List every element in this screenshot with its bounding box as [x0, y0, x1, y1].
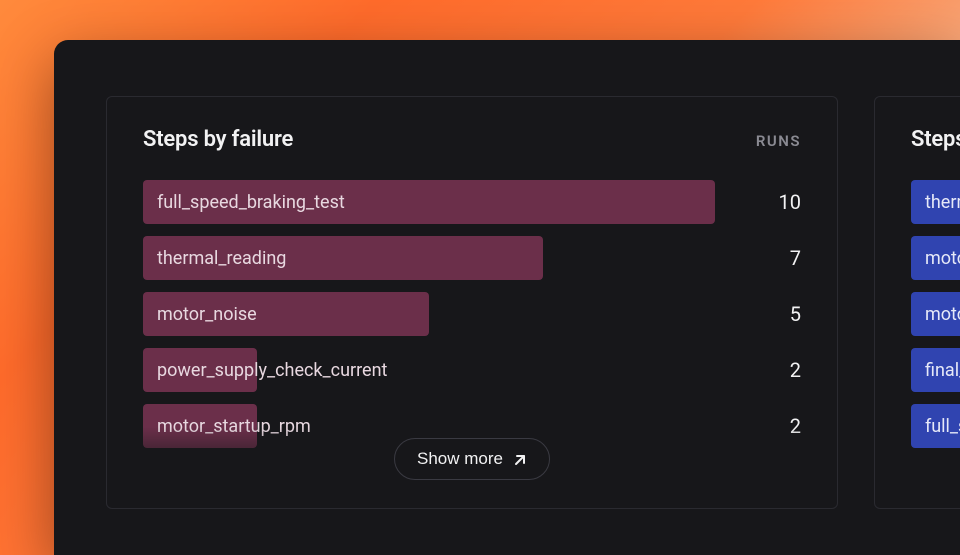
arrow-up-right-icon [513, 452, 527, 466]
other-bar: thermal_ [911, 180, 960, 224]
panel-title: Steps by failure [143, 127, 293, 152]
runs-column-label: RUNS [756, 132, 801, 150]
other-bar: final_rpr [911, 348, 960, 392]
other-bar-list: thermal_ motor_st motor_n final_rpr full_spe… [911, 180, 960, 448]
other-bar: full_spee [911, 404, 960, 448]
failure-bar: motor_startup_rpm [143, 404, 257, 448]
steps-by-other-panel: Steps by thermal_ motor_st motor_n final_rp… [874, 96, 960, 509]
failure-bar: thermal_reading [143, 236, 543, 280]
bar-row[interactable]: motor_noise 5 [143, 292, 801, 336]
bar-count: 2 [790, 358, 801, 382]
bar-row[interactable]: thermal_reading 7 [143, 236, 801, 280]
other-bar: motor_st [911, 236, 960, 280]
panels-row: Steps by failure RUNS full_speed_braking… [54, 40, 960, 509]
bar-row[interactable]: motor_n [911, 292, 960, 336]
bar-row[interactable]: power_supply_check_current 2 [143, 348, 801, 392]
show-more-button[interactable]: Show more [394, 438, 550, 480]
steps-by-failure-panel: Steps by failure RUNS full_speed_braking… [106, 96, 838, 509]
bar-row[interactable]: full_spee [911, 404, 960, 448]
panel-header: Steps by [911, 127, 960, 152]
bar-count: 7 [790, 246, 801, 270]
bar-row[interactable]: full_speed_braking_test 10 [143, 180, 801, 224]
bar-count: 10 [779, 190, 801, 214]
failure-bar-list: full_speed_braking_test 10 thermal_reading… [143, 180, 801, 448]
bar-row[interactable]: motor_st [911, 236, 960, 280]
panel-title: Steps by [911, 127, 960, 152]
bar-row[interactable]: thermal_ [911, 180, 960, 224]
failure-bar: full_speed_braking_test [143, 180, 715, 224]
panel-header: Steps by failure RUNS [143, 127, 801, 152]
app-window: Steps by failure RUNS full_speed_braking… [54, 40, 960, 555]
failure-bar: motor_noise [143, 292, 429, 336]
bar-row[interactable]: final_rpr [911, 348, 960, 392]
bar-count: 5 [790, 302, 801, 326]
show-more-label: Show more [417, 449, 503, 469]
other-bar: motor_n [911, 292, 960, 336]
failure-bar: power_supply_check_current [143, 348, 257, 392]
bar-count: 2 [790, 414, 801, 438]
